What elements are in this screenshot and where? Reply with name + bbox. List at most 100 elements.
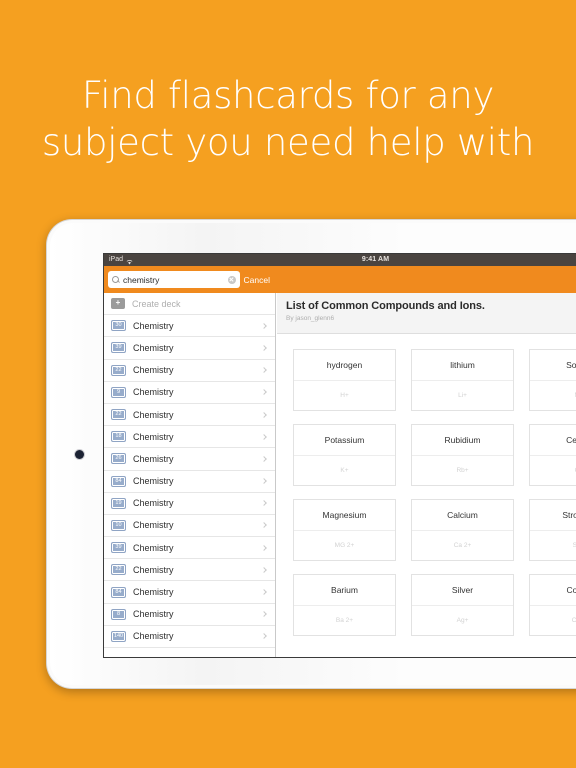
- deck-card-count-badge: 22: [111, 564, 126, 576]
- ipad-device-frame: iPad 9:41 AM chemistry Cancel + Create d…: [46, 219, 576, 689]
- deck-card-count-badge: 22: [111, 409, 126, 421]
- deck-row[interactable]: 140 Chemistry: [104, 626, 275, 648]
- flashcard-definition: Rb+: [456, 467, 469, 474]
- deck-card-count-badge: 10: [111, 519, 126, 531]
- deck-row-label: Chemistry: [133, 498, 174, 509]
- flashcard-term: Copper: [530, 575, 576, 606]
- deck-row-label: Chemistry: [133, 609, 174, 620]
- ipad-screen: iPad 9:41 AM chemistry Cancel + Create d…: [103, 253, 576, 658]
- deck-row[interactable]: 39 Chemistry: [104, 337, 275, 360]
- cancel-button[interactable]: Cancel: [244, 275, 272, 285]
- flashcard-term: Sodium: [530, 350, 576, 381]
- flashcard-definition: Sr 2+: [530, 531, 576, 560]
- chevron-right-icon: [261, 611, 267, 618]
- chevron-right-icon: [261, 567, 267, 573]
- flashcard[interactable]: hydrogen H+: [293, 349, 396, 411]
- flashcard-definition: Cs+: [530, 456, 576, 485]
- clear-icon[interactable]: [227, 275, 236, 284]
- flashcard-definition: Ba 2+: [335, 617, 354, 624]
- deck-list-sidebar[interactable]: + Create deck 30 Chemistry 39 Chemistry 22 Ch…: [104, 293, 276, 657]
- deck-row[interactable]: 8 Chemistry: [104, 604, 275, 626]
- flashcard[interactable]: Calcium Ca 2+: [411, 499, 514, 561]
- flashcard-definition: Na+: [530, 381, 576, 410]
- deck-row[interactable]: 39 Chemistry: [104, 537, 275, 560]
- status-bar-time: 9:41 AM: [361, 256, 390, 263]
- deck-row-label: Chemistry: [133, 342, 174, 353]
- deck-row[interactable]: 30 Chemistry: [104, 315, 275, 338]
- chevron-right-icon: [261, 522, 267, 529]
- flashcard-definition: K+: [340, 467, 349, 474]
- deck-card-count-badge: 8: [111, 608, 126, 620]
- deck-row-label: Chemistry: [133, 520, 174, 531]
- deck-card-count-badge: 39: [111, 342, 126, 354]
- deck-row-label: Chemistry: [133, 631, 174, 642]
- deck-row-label: Chemistry: [133, 542, 174, 553]
- flashcard-definition: H+: [340, 392, 349, 399]
- promo-headline: Find flashcards for any subject you need…: [0, 72, 576, 166]
- flashcard-definition: Cu 2+: [571, 617, 576, 624]
- deck-row[interactable]: 26 Chemistry: [104, 448, 275, 471]
- deck-row[interactable]: 10 Chemistry: [104, 515, 275, 538]
- chevron-right-icon: [261, 478, 267, 484]
- flashcard-grid: hydrogen H+ lithium Li+ SodiumNa+ Potassium K+…: [277, 335, 576, 657]
- deck-row-label: Chemistry: [133, 409, 174, 420]
- create-deck-row[interactable]: + Create deck: [104, 293, 275, 316]
- plus-icon: +: [111, 298, 125, 310]
- flashcard[interactable]: StrontiumSr 2+: [529, 499, 576, 561]
- deck-row-label: Chemistry: [133, 476, 174, 487]
- flashcard[interactable]: CesiumCs+: [529, 424, 576, 486]
- deck-row[interactable]: 84 Chemistry: [104, 471, 275, 493]
- deck-card-count-badge: 30: [111, 320, 126, 332]
- deck-row-label: Chemistry: [133, 431, 174, 442]
- search-bar: chemistry Cancel: [104, 266, 276, 293]
- deck-row[interactable]: 84 Chemistry: [104, 581, 275, 604]
- navigation-bar-right: [276, 266, 576, 293]
- flashcard[interactable]: Rubidium Rb+: [411, 424, 514, 486]
- deck-row[interactable]: 22 Chemistry: [104, 360, 275, 382]
- flashcard[interactable]: Copper Cu 2+: [529, 574, 576, 636]
- deck-row-label: Chemistry: [133, 587, 174, 598]
- flashcard-term: Rubidium: [412, 425, 513, 456]
- deck-row[interactable]: 22 Chemistry: [104, 559, 275, 582]
- deck-card-count-badge: 26: [111, 453, 126, 465]
- flashcard-term: hydrogen: [294, 350, 395, 381]
- deck-row[interactable]: 18 Chemistry: [104, 426, 275, 449]
- deck-card-count-badge: 18: [111, 431, 126, 443]
- deck-card-count-badge: 19: [111, 497, 126, 509]
- flashcard-term: Silver: [412, 575, 513, 606]
- flashcard-term: Magnesium: [294, 500, 395, 531]
- deck-row-container: 30 Chemistry 39 Chemistry 22 Chemistry 9 Chemis…: [104, 315, 275, 648]
- deck-row[interactable]: 9 Chemistry: [104, 382, 275, 404]
- deck-card-count-badge: 140: [111, 630, 126, 642]
- deck-row-label: Chemistry: [133, 320, 174, 331]
- deck-card-count-badge: 84: [111, 475, 126, 487]
- flashcard-definition: Ca 2+: [453, 542, 472, 549]
- deck-row[interactable]: 22 Chemistry: [104, 404, 275, 427]
- home-button[interactable]: [75, 450, 84, 459]
- flashcard-term: Cesium: [530, 425, 576, 456]
- chevron-right-icon: [261, 633, 267, 640]
- chevron-right-icon: [261, 322, 267, 329]
- deck-detail-pane: List of Common Compounds and Ions. By ja…: [277, 293, 576, 657]
- flashcard-term: Barium: [294, 575, 395, 606]
- deck-detail-header: List of Common Compounds and Ions. By ja…: [277, 293, 576, 334]
- chevron-right-icon: [261, 389, 267, 396]
- flashcard[interactable]: SodiumNa+: [529, 349, 576, 411]
- flashcard[interactable]: lithium Li+: [411, 349, 514, 411]
- flashcard[interactable]: Silver Ag+: [411, 574, 514, 636]
- flashcard-definition: MG 2+: [334, 542, 355, 549]
- create-deck-label: Create deck: [132, 298, 181, 309]
- deck-title: List of Common Compounds and Ions.: [286, 300, 485, 312]
- chevron-right-icon: [261, 345, 267, 351]
- chevron-right-icon: [261, 367, 267, 373]
- search-input-value: chemistry: [123, 274, 160, 285]
- search-input[interactable]: chemistry: [108, 271, 240, 288]
- flashcard[interactable]: Barium Ba 2+: [293, 574, 396, 636]
- chevron-right-icon: [261, 411, 267, 418]
- deck-row[interactable]: 19 Chemistry: [104, 493, 275, 515]
- flashcard[interactable]: Potassium K+: [293, 424, 396, 486]
- chevron-right-icon: [261, 589, 267, 595]
- deck-card-count-badge: 84: [111, 586, 126, 598]
- flashcard[interactable]: Magnesium MG 2+: [293, 499, 396, 561]
- status-bar: iPad 9:41 AM: [104, 254, 576, 266]
